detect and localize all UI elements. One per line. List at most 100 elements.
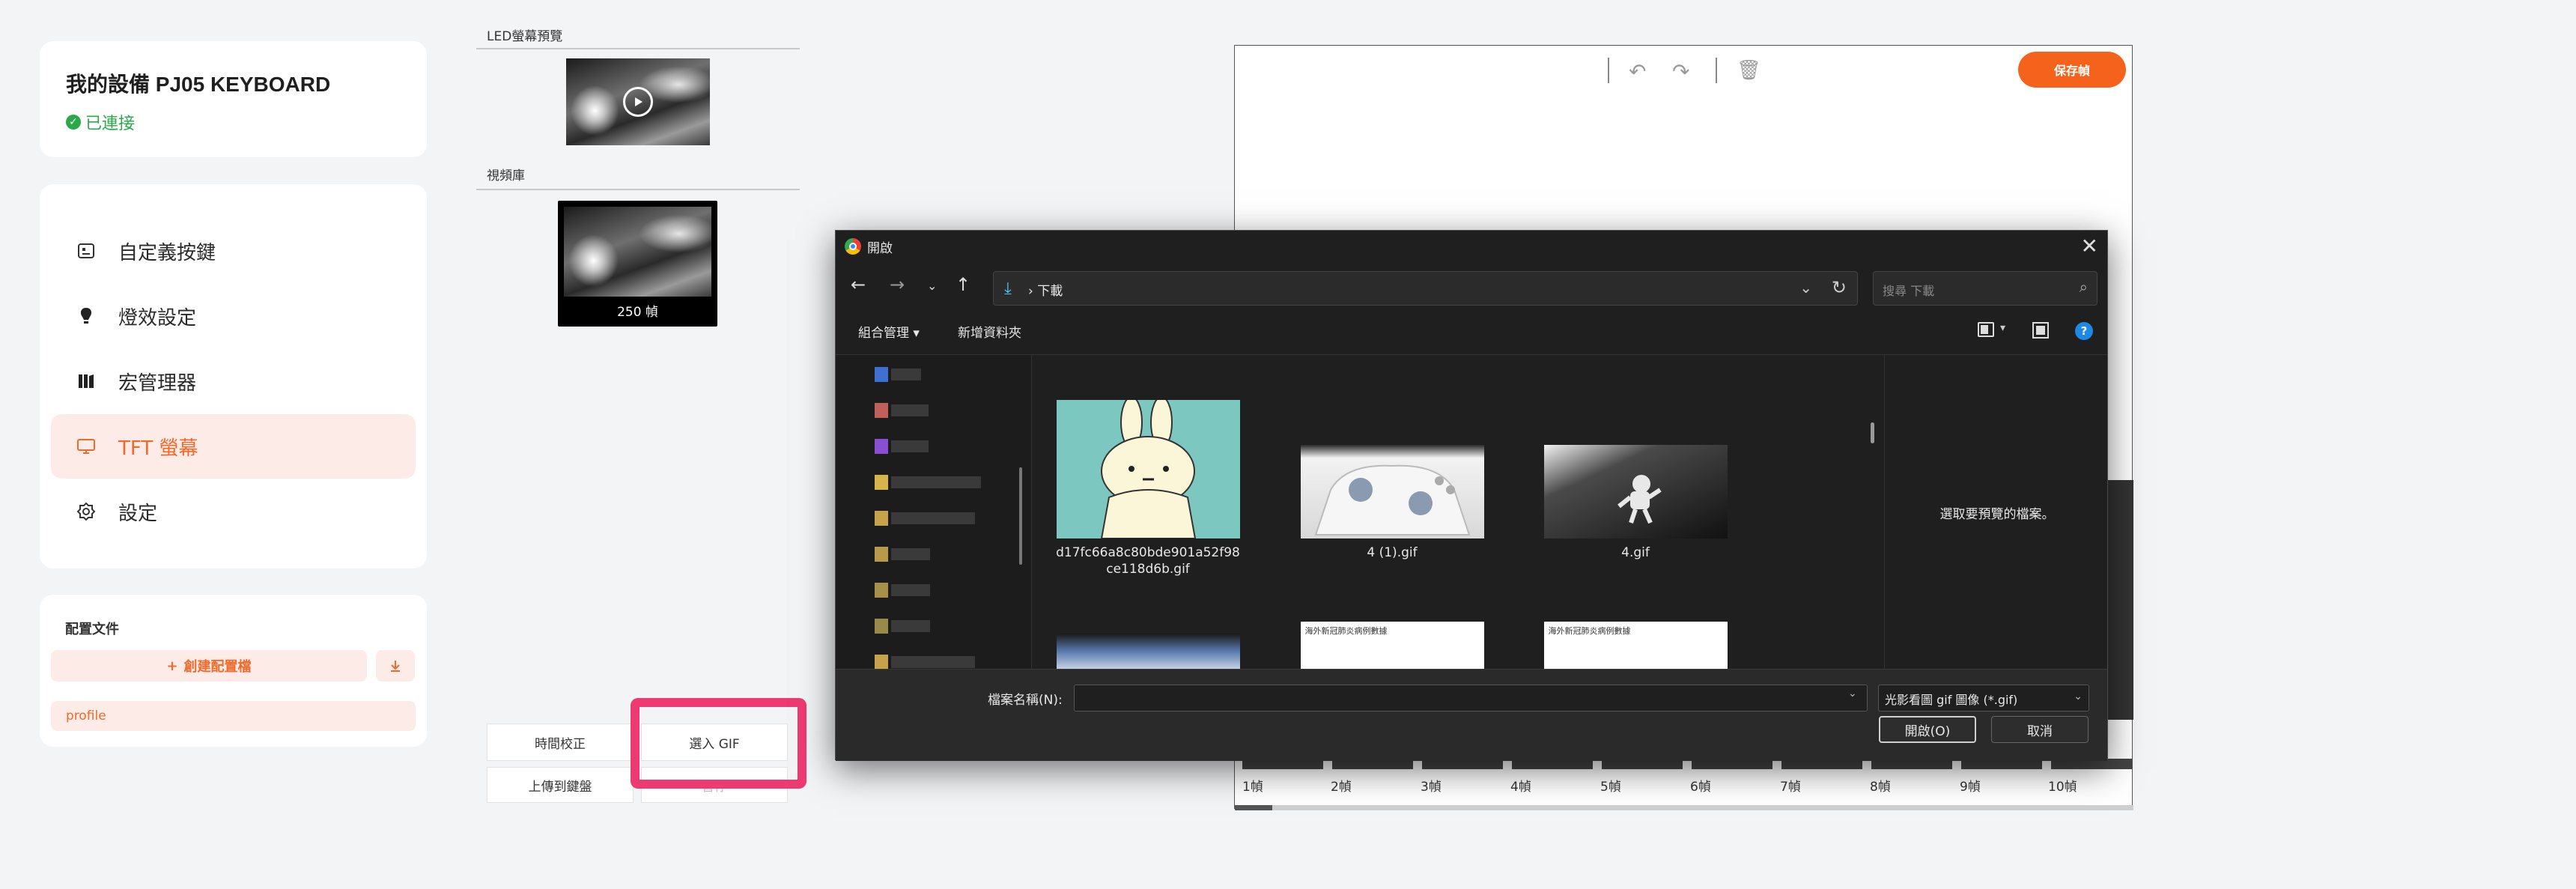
sidebar-item-tft-screen[interactable]: TFT 螢幕 (51, 414, 416, 479)
frame-label: 9幀 (1960, 780, 1981, 795)
profile-card: 配置文件 + 創建配置檔 profile (40, 595, 427, 747)
chevron-down-icon[interactable]: ▾ (2000, 322, 2005, 334)
back-arrow-icon[interactable]: ← (851, 274, 866, 295)
file-thumbnail: 海外新冠肺炎病例數據 (1543, 622, 1728, 670)
sidebar-item-settings[interactable]: 設定 (51, 479, 416, 544)
thumbnail-caption: 海外新冠肺炎病例數據 (1548, 626, 1631, 636)
thumbnail-caption: 海外新冠肺炎病例數據 (1304, 626, 1388, 636)
open-button[interactable]: 開啟(O) (1879, 716, 1976, 743)
close-icon[interactable]: ✕ (2081, 234, 2098, 258)
timeline-thumb[interactable] (1235, 805, 1272, 810)
trash-icon[interactable]: 🗑 (1737, 59, 1761, 82)
file-grid-scrollbar[interactable] (1871, 422, 1874, 443)
import-profile-button[interactable] (376, 650, 415, 682)
file-item[interactable]: 海外新冠肺炎病例數據 (1298, 622, 1486, 670)
library-section-label: 視頻庫 (487, 169, 525, 183)
dialog-commandbar: 組合管理 ▾ 新增資料夾 ▾ ? (836, 315, 2107, 348)
preview-pane-icon[interactable] (2032, 322, 2049, 339)
preview-section-label: LED螢幕預覽 (487, 29, 563, 44)
led-preview-thumbnail[interactable] (566, 58, 710, 145)
sidebar-item-lighting[interactable]: 燈效設定 (51, 284, 416, 348)
tree-item[interactable]: 📌 (875, 509, 1031, 527)
frame-label: 6幀 (1690, 780, 1711, 795)
file-item[interactable]: 4 (1).gif (1298, 445, 1486, 561)
cancel-button[interactable]: 取消 (1991, 716, 2089, 743)
dialog-footer: 檔案名稱(N): ⌄ 光影看圖 gif 圖像 (*.gif) ⌄ 開啟(O) 取… (836, 669, 2107, 761)
address-bar[interactable]: ⤓ › 下載 ⌄ ↻ (993, 271, 1858, 306)
address-path[interactable]: › 下載 (1028, 280, 1063, 299)
create-profile-button[interactable]: + 創建配置檔 (51, 650, 367, 682)
refresh-icon[interactable]: ↻ (1832, 277, 1847, 298)
file-grid[interactable]: d17fc66a8c80bde901a52f98ce118d6b.gif 4 (… (1032, 355, 1884, 670)
dialog-navbar: ← → ⌄ ↑ ⤓ › 下載 ⌄ ↻ 搜尋 下載 ⌕ (836, 267, 2107, 306)
recent-locations-icon[interactable]: ⌄ (927, 279, 937, 293)
sidebar-item-label: 宏管理器 (118, 371, 197, 395)
view-mode-icon[interactable] (1978, 322, 1994, 337)
file-type-filter-value: 光影看圖 gif 圖像 (*.gif) (1885, 693, 2018, 707)
tree-item[interactable]: 📌 (875, 365, 1031, 383)
sidebar-item-label: 燈效設定 (118, 306, 197, 330)
file-name: d17fc66a8c80bde901a52f98ce118d6b.gif (1056, 545, 1240, 577)
frame-label: 1幀 (1242, 780, 1263, 795)
tree-item[interactable]: 📌 (875, 401, 1031, 419)
forward-arrow-icon[interactable]: → (890, 274, 905, 295)
device-name: 我的設備 PJ05 KEYBOARD (66, 73, 331, 96)
time-sync-button[interactable]: 時間校正 (487, 723, 634, 761)
tree-item[interactable]: 📌 (875, 473, 1031, 491)
tree-item[interactable]: 📌 (875, 545, 1031, 563)
file-thumbnail (1300, 445, 1484, 538)
up-arrow-icon[interactable]: ↑ (956, 274, 970, 295)
connection-status-label: 已連接 (85, 115, 136, 133)
sidebar-item-custom-keys[interactable]: 自定義按鍵 (51, 219, 416, 283)
file-thumbnail (1056, 634, 1240, 670)
frame-count: 250 幀 (617, 305, 658, 320)
upload-to-keyboard-button[interactable]: 上傳到鍵盤 (487, 767, 634, 803)
help-icon[interactable]: ? (2075, 322, 2093, 340)
file-item[interactable] (1054, 634, 1242, 670)
dialog-search-box[interactable]: 搜尋 下載 ⌕ (1873, 271, 2097, 306)
file-type-filter[interactable]: 光影看圖 gif 圖像 (*.gif) ⌄ (1878, 685, 2089, 711)
file-item[interactable]: d17fc66a8c80bde901a52f98ce118d6b.gif (1054, 400, 1242, 577)
connection-status: ✓ 已連接 (66, 110, 135, 134)
play-icon[interactable] (623, 87, 653, 117)
nav-pane-scrollbar[interactable] (1019, 467, 1022, 565)
dialog-body: 📌 📌 📌 📌 📌 📌 📌 📌 📌 (836, 354, 2107, 670)
undo-icon[interactable]: ↶ (1629, 59, 1646, 84)
keyboard-icon (78, 243, 94, 258)
toolbar-divider (1608, 58, 1609, 83)
gear-icon (76, 502, 96, 521)
timeline-scrollbar[interactable] (1235, 805, 2133, 810)
divider (476, 189, 800, 190)
toolbar-divider (1716, 58, 1717, 83)
tree-item[interactable]: 📌 (875, 617, 1031, 635)
tree-item[interactable]: 📌 (875, 437, 1031, 455)
chevron-down-icon[interactable]: ⌄ (1848, 688, 1857, 700)
new-folder-button[interactable]: 新增資料夾 (958, 322, 1021, 341)
video-library-item[interactable]: 250 幀 (558, 201, 717, 327)
file-item[interactable]: 海外新冠肺炎病例數據 (1542, 622, 1729, 670)
chevron-down-icon[interactable]: ⌄ (1799, 279, 1812, 297)
navigation-pane[interactable]: 📌 📌 📌 📌 📌 📌 📌 📌 📌 (836, 355, 1032, 670)
file-thumbnail (1543, 445, 1728, 538)
frame-label: 3幀 (1421, 780, 1442, 795)
redo-icon[interactable]: ↷ (1672, 59, 1689, 84)
chevron-down-icon: ⌄ (2074, 691, 2083, 703)
sidebar-item-label: 設定 (118, 502, 158, 525)
highlight-box (631, 698, 806, 789)
divider (476, 48, 800, 49)
profile-item[interactable]: profile (51, 701, 416, 731)
tree-item[interactable]: 📌 (875, 653, 1031, 670)
tree-item[interactable]: 📌 (875, 581, 1031, 599)
frame-label: 7幀 (1780, 780, 1801, 795)
filename-label: 檔案名稱(N): (988, 693, 1063, 708)
file-open-dialog: 開啟 ✕ ← → ⌄ ↑ ⤓ › 下載 ⌄ ↻ 搜尋 下載 ⌕ 組合管理 ▾ 新… (835, 230, 2108, 761)
file-name: 4 (1).gif (1367, 545, 1418, 560)
preview-message: 選取要預覽的檔案。 (1939, 507, 2055, 522)
organize-menu[interactable]: 組合管理 ▾ (858, 322, 920, 341)
save-frame-button[interactable]: 保存幀 (2018, 52, 2126, 88)
bulb-icon (80, 308, 92, 324)
filename-input[interactable] (1074, 685, 1868, 711)
file-item[interactable]: 4.gif (1542, 445, 1729, 561)
sidebar-item-macros[interactable]: 宏管理器 (51, 349, 416, 413)
video-thumbnail (564, 207, 711, 297)
